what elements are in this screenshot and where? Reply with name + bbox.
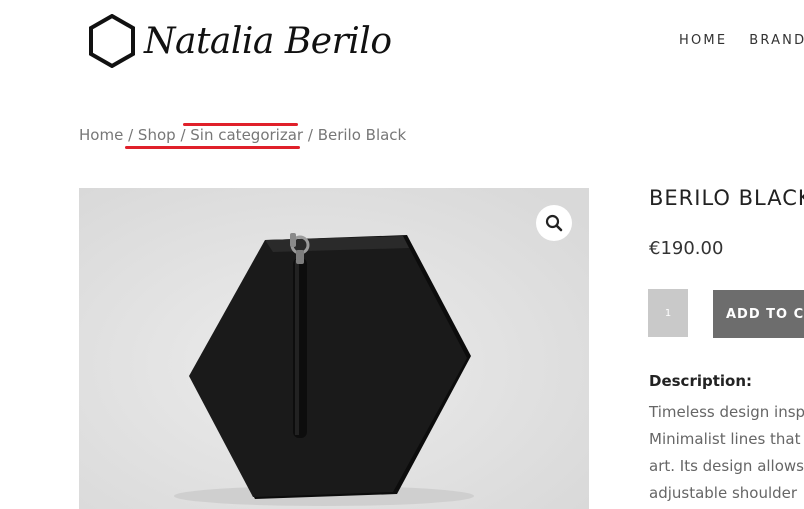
breadcrumb-separator: / <box>128 126 134 144</box>
description-line: adjustable shoulder <box>649 484 798 502</box>
description-line: art. Its design allows <box>649 457 804 475</box>
breadcrumb-separator: / <box>180 126 186 144</box>
hexagon-logo-icon <box>89 14 135 68</box>
breadcrumb-category[interactable]: Sin categorizar <box>190 126 303 144</box>
site-logo[interactable]: Natalia Berilo <box>88 12 392 70</box>
breadcrumb-current: Berilo Black <box>317 126 407 144</box>
red-highlight-underline <box>125 146 300 149</box>
product-title: BERILO BLACK <box>649 186 804 210</box>
description-label: Description: <box>649 372 753 390</box>
clutch-bag-illustration <box>79 188 589 509</box>
product-price: €190.00 <box>649 238 724 259</box>
main-nav: HOME BRAND <box>679 33 804 48</box>
nav-home[interactable]: HOME <box>679 33 727 48</box>
description-text: Timeless design insp Minimalist lines th… <box>649 399 804 507</box>
breadcrumb-shop[interactable]: Shop <box>138 126 176 144</box>
breadcrumb: Home / Shop / Sin categorizar / Berilo B… <box>79 126 406 144</box>
product-image[interactable] <box>79 188 589 509</box>
add-to-cart-button[interactable]: ADD TO CART <box>713 290 804 338</box>
search-zoom-icon <box>545 214 563 232</box>
zoom-button[interactable] <box>536 205 572 241</box>
nav-brand[interactable]: BRAND <box>749 33 804 48</box>
logo-text: Natalia Berilo <box>144 20 392 62</box>
red-highlight-underline <box>183 123 298 126</box>
breadcrumb-separator: / <box>307 126 313 144</box>
description-line: Timeless design insp <box>649 403 804 421</box>
breadcrumb-home[interactable]: Home <box>79 126 123 144</box>
description-line: Minimalist lines that <box>649 430 801 448</box>
quantity-input[interactable] <box>648 289 688 337</box>
